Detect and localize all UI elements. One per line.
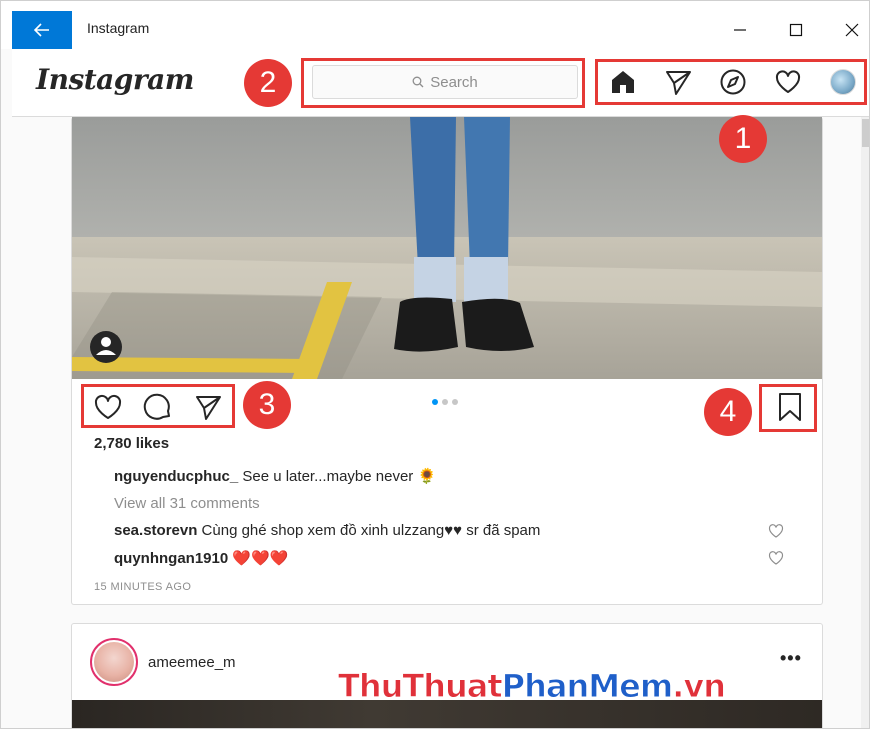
- comment-username[interactable]: quynhngan1910: [114, 550, 228, 567]
- more-options-button[interactable]: •••: [780, 648, 802, 669]
- maximize-button[interactable]: [773, 13, 819, 47]
- comment-text: Cùng ghé shop xem đồ xinh ulzzang♥♥ sr đ…: [197, 522, 541, 539]
- annotation-badge: 2: [244, 59, 292, 107]
- comment-like-icon[interactable]: [768, 523, 784, 539]
- annotation-badge: 1: [719, 115, 767, 163]
- caption-username[interactable]: nguyenducphuc_: [114, 468, 238, 485]
- carousel-dot[interactable]: [432, 399, 438, 405]
- comment-row: sea.storevn Cùng ghé shop xem đồ xinh ul…: [114, 522, 540, 539]
- annotation-box-save: [759, 384, 817, 432]
- comment-text: ❤️❤️❤️: [228, 550, 289, 567]
- caption-text: See u later...maybe never 🌻: [238, 468, 437, 485]
- window-title: Instagram: [87, 20, 150, 36]
- view-all-comments-link[interactable]: View all 31 comments: [114, 495, 260, 512]
- post-caption: nguyenducphuc_ See u later...maybe never…: [114, 467, 436, 485]
- annotation-box-nav: [595, 59, 867, 105]
- app-window: Instagram Instagram Search 2,780 likes n…: [0, 0, 870, 729]
- like-count[interactable]: 2,780 likes: [94, 435, 169, 452]
- post-photo-graphic: [72, 117, 822, 379]
- carousel-indicator: [432, 399, 458, 405]
- title-bar: Instagram: [1, 1, 869, 49]
- vertical-scrollbar[interactable]: [861, 117, 869, 728]
- post-image[interactable]: [72, 117, 822, 379]
- close-icon: [845, 23, 859, 37]
- carousel-dot[interactable]: [442, 399, 448, 405]
- maximize-icon: [789, 23, 803, 37]
- carousel-dot[interactable]: [452, 399, 458, 405]
- instagram-logo[interactable]: Instagram: [36, 63, 194, 96]
- annotation-badge: 4: [704, 388, 752, 436]
- annotation-box-search: [301, 58, 585, 108]
- post-author-username[interactable]: ameemee_m: [148, 654, 236, 671]
- comment-row: quynhngan1910 ❤️❤️❤️: [114, 549, 288, 567]
- comment-like-icon[interactable]: [768, 550, 784, 566]
- post-timestamp[interactable]: 15 MINUTES AGO: [94, 581, 191, 593]
- annotation-box-actions: [81, 384, 235, 428]
- minimize-icon: [734, 29, 746, 31]
- close-button[interactable]: [829, 13, 869, 47]
- comment-username[interactable]: sea.storevn: [114, 522, 197, 539]
- feed-post: 2,780 likes nguyenducphuc_ See u later..…: [71, 117, 823, 605]
- scrollbar-thumb[interactable]: [862, 119, 869, 147]
- back-button[interactable]: [12, 11, 72, 49]
- minimize-button[interactable]: [717, 13, 763, 47]
- post-author-avatar[interactable]: [90, 638, 138, 686]
- watermark: ThuThuatPhanMem.vn: [338, 667, 727, 706]
- annotation-badge: 3: [243, 381, 291, 429]
- back-arrow-icon: [34, 23, 49, 37]
